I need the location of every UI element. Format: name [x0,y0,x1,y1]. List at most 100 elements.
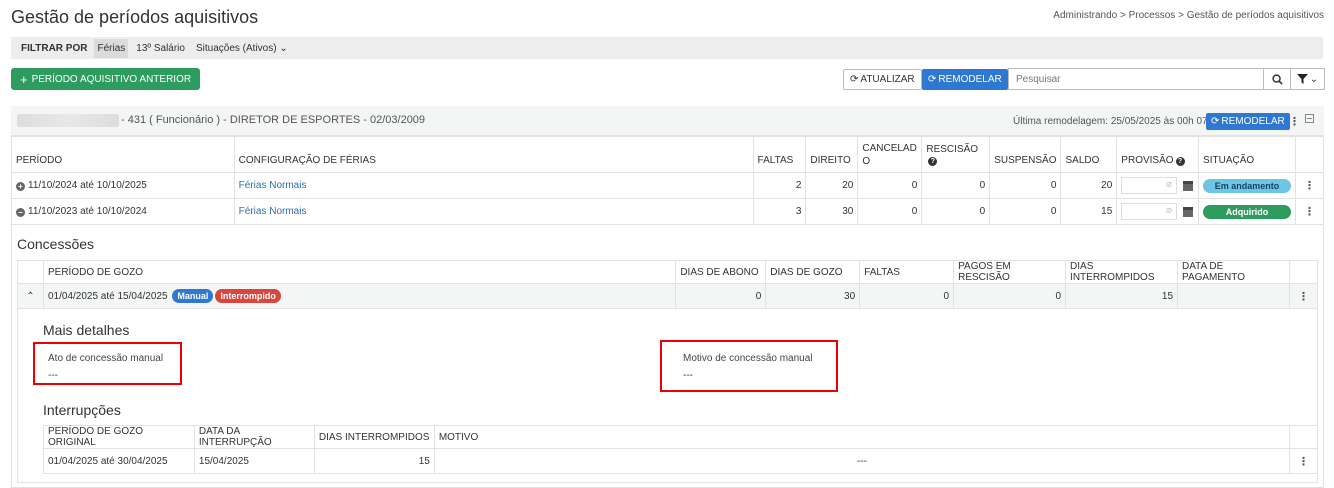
search-icon [1271,73,1283,85]
col-pagos-rescisao: PAGOS EM RESCISÃO [953,260,1067,284]
refresh-label: ATUALIZAR [860,74,915,85]
interrupcoes-title: Interrupções [43,402,121,418]
collapse-minus-icon[interactable]: − [16,208,25,217]
col-data-pagamento: DATA DE PAGAMENTO [1177,260,1290,284]
col-provisao-label: PROVISÃO [1121,155,1174,166]
col-provisao: PROVISÃO? [1116,136,1200,173]
col-rescisao-label: RESCISÃO [926,144,979,155]
saldo-value: 15 [1060,198,1118,225]
periodo-gozo-cell: 01/04/2025 até 15/04/2025 Manual Interrom… [42,283,677,309]
status-badge: Adquirido [1203,204,1292,219]
col-dias-interrompidos: DIAS INTERROMPIDOS [1065,260,1179,284]
rescisao-value: 0 [921,198,991,225]
suspensao-value: 0 [989,172,1062,199]
col-motivo: MOTIVO [433,425,1290,449]
provisao-cell: ⊘ [1116,198,1200,225]
collapse-icon[interactable] [1305,114,1314,123]
manual-tag: Manual [172,289,214,303]
calendar-icon[interactable] [1183,180,1194,191]
faltas-value: 0 [859,283,955,309]
col-actions [1288,425,1319,449]
more-vert-icon[interactable]: ⋮ [1295,198,1324,225]
interrupcoes-table: PERÍODO DE GOZO ORIGINAL DATA DA INTERRU… [43,425,1319,474]
situacao-cell: Em andamento [1198,172,1297,199]
add-previous-period-button[interactable]: + PERÍODO AQUISITIVO ANTERIOR [11,68,201,90]
search-button[interactable] [1263,68,1291,90]
rescisao-value: 0 [921,172,991,199]
original-value: 01/04/2025 até 30/04/2025 [43,448,195,474]
col-data-interrupcao: DATA DA INTERRUPÇÃO [193,425,315,449]
employee-remodel-label: REMODELAR [1221,116,1285,127]
period-row: +11/10/2024 até 10/10/2025 Férias Normai… [11,172,1324,199]
help-icon[interactable]: ? [928,157,938,166]
provisao-input[interactable]: ⊘ [1121,203,1178,220]
pagos-value: 0 [953,283,1067,309]
periods-table: PERÍODO CONFIGURAÇÃO DE FÉRIAS FALTAS DI… [11,136,1324,225]
col-situacao: SITUAÇÃO [1198,136,1297,173]
col-dias-interrompidos: DIAS INTERROMPIDOS [313,425,435,449]
filter-icon [1296,74,1308,84]
faltas-value: 3 [752,198,807,225]
filter-situacoes[interactable]: Situações (Ativos) ⌄ [193,39,291,58]
abono-value: 0 [675,283,767,309]
interrompidos-value: 15 [1065,283,1179,309]
provisao-input[interactable]: ⊘ [1121,177,1178,194]
add-previous-period-label: PERÍODO AQUISITIVO ANTERIOR [31,73,192,85]
refresh-button[interactable]: ⟳ ATUALIZAR [843,69,922,90]
clear-icon[interactable]: ⊘ [1166,180,1173,189]
filter-13-salario[interactable]: 13º Salário [133,39,188,58]
config-link[interactable]: Férias Normais [233,172,754,199]
concessoes-table: PERÍODO DE GOZO DIAS DE ABONO DIAS DE GO… [17,260,1319,309]
ato-label: Ato de concessão manual [48,353,164,364]
provisao-cell: ⊘ [1116,172,1200,199]
direito-value: 30 [805,198,859,225]
plus-icon: + [20,71,28,87]
breadcrumb[interactable]: Administrando > Processos > Gestão de pe… [1053,10,1324,21]
filter-bar: FILTRAR POR Férias 13º Salário Situações… [11,37,1323,59]
concessao-row: ⌃ 01/04/2025 até 15/04/2025 Manual Interr… [17,283,1319,309]
filter-ferias[interactable]: Férias [94,38,129,58]
saldo-value: 20 [1060,172,1118,199]
col-faltas: FALTAS [859,260,955,284]
col-faltas: FALTAS [752,136,807,173]
col-periodo-original: PERÍODO DE GOZO ORIGINAL [43,425,195,449]
col-dias-abono: DIAS DE ABONO [675,260,767,284]
col-actions [1295,136,1324,173]
suspensao-value: 0 [989,198,1062,225]
clear-icon[interactable]: ⊘ [1166,206,1173,215]
col-dias-gozo: DIAS DE GOZO [765,260,861,284]
calendar-icon[interactable] [1183,206,1194,217]
more-vert-icon[interactable]: ⋮ [1289,115,1300,128]
search-input[interactable] [1008,68,1264,90]
remodel-button[interactable]: ⟳ REMODELAR [922,69,1008,90]
col-expand [17,260,44,284]
col-direito: DIREITO [805,136,859,173]
period-row: −11/10/2023 até 10/10/2024 Férias Normai… [11,198,1324,225]
cancelado-value: 0 [857,172,923,199]
employee-remodel-button[interactable]: ⟳ REMODELAR [1206,113,1290,130]
col-rescisao: RESCISÃO? [921,136,991,173]
motivo-value: --- [683,370,693,381]
page-title: Gestão de períodos aquisitivos [11,7,259,27]
col-periodo: PERÍODO [11,136,235,173]
config-link[interactable]: Férias Normais [233,198,754,225]
filter-button[interactable]: ⌄ [1290,68,1325,90]
situacao-cell: Adquirido [1198,198,1297,225]
last-remodel-text: Última remodelagem: 25/05/2025 às 00h 07… [1013,116,1216,127]
filter-situacoes-label: Situações (Ativos) [195,42,277,54]
more-vert-icon[interactable]: ⋮ [1288,448,1319,474]
col-configuracao: CONFIGURAÇÃO DE FÉRIAS [233,136,754,173]
motivo-value: --- [433,448,1290,474]
faltas-value: 2 [752,172,807,199]
cancelado-value: 0 [857,198,923,225]
concessoes-header-row: PERÍODO DE GOZO DIAS DE ABONO DIAS DE GO… [17,260,1319,284]
motivo-label: Motivo de concessão manual [683,353,813,364]
help-icon[interactable]: ? [1175,157,1185,166]
concessoes-title: Concessões [17,236,95,252]
more-vert-icon[interactable]: ⋮ [1295,172,1324,199]
expand-plus-icon[interactable]: + [16,182,25,191]
period-cell: −11/10/2023 até 10/10/2024 [11,198,235,225]
employee-name-redacted [17,114,119,127]
chevron-up-icon[interactable]: ⌃ [17,283,44,309]
more-vert-icon[interactable]: ⋮ [1288,283,1319,309]
